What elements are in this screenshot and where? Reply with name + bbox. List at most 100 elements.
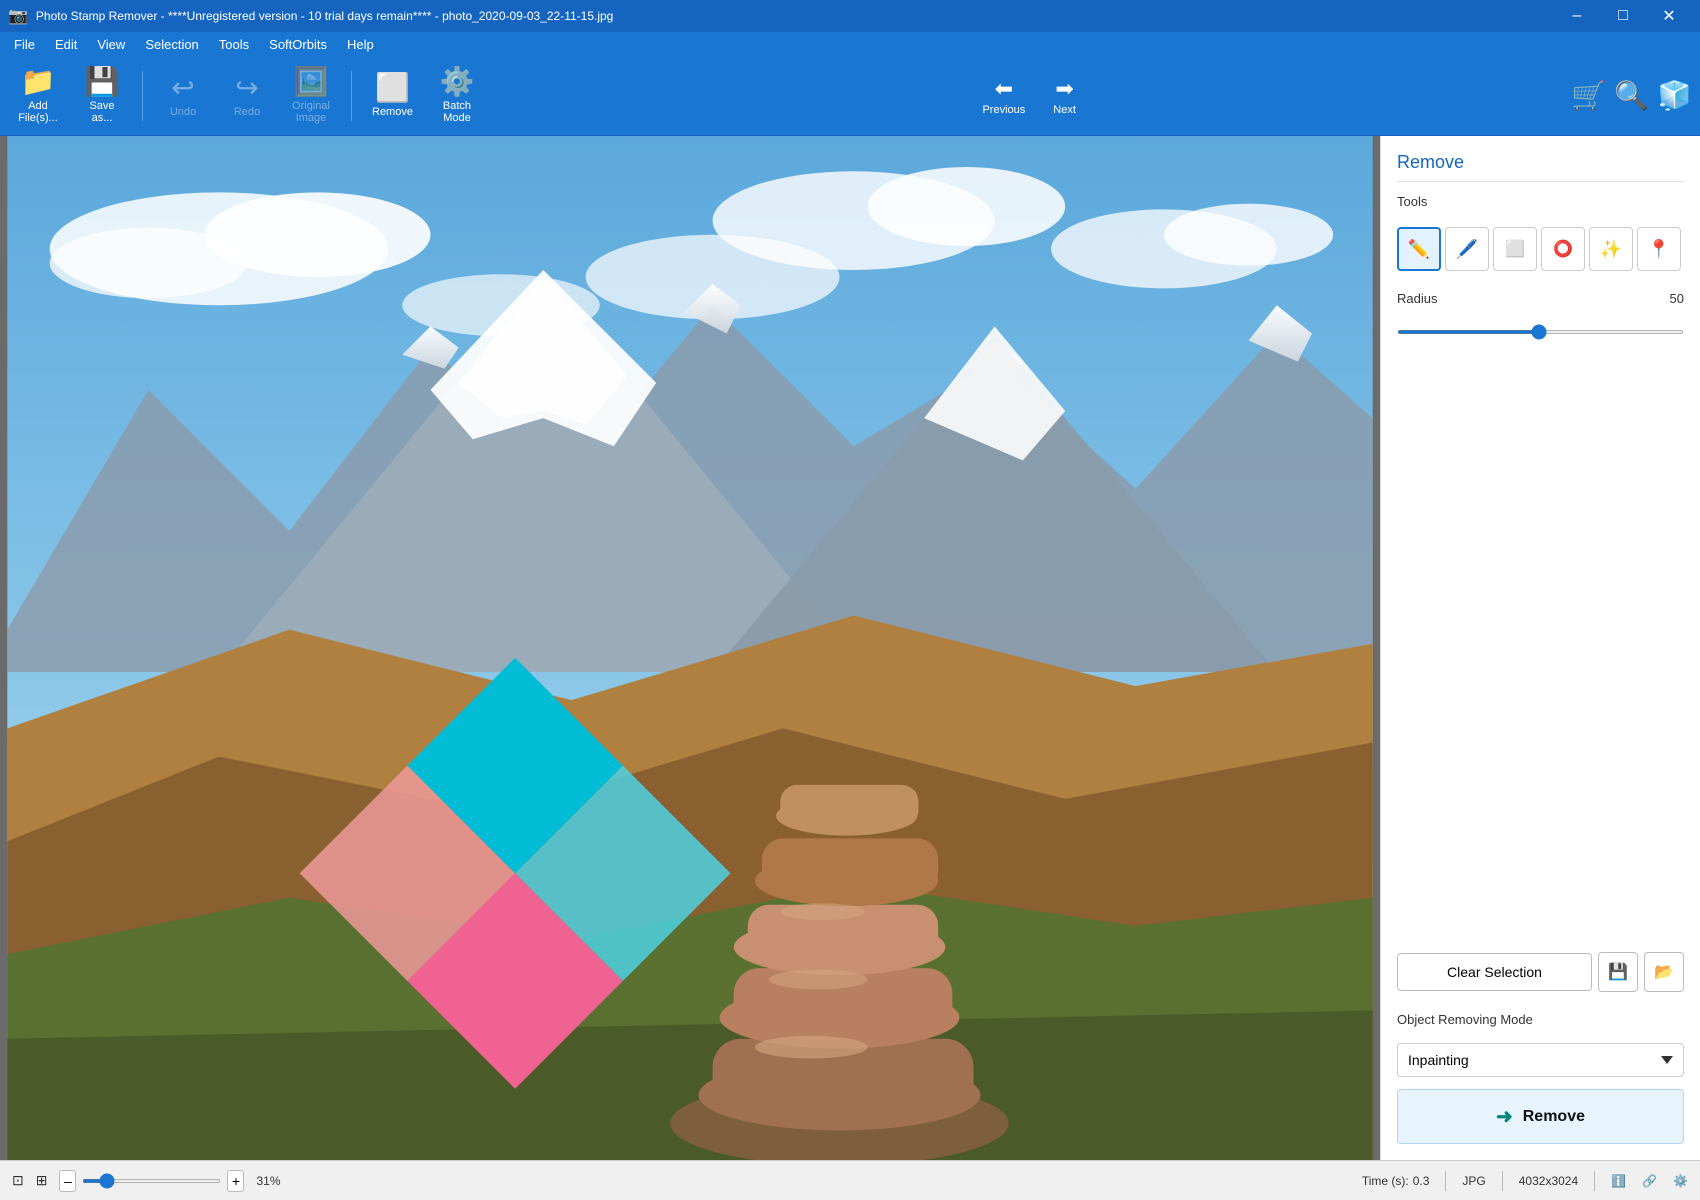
brush-icon: ✏️ <box>1408 239 1430 260</box>
redo-label: Redo <box>234 106 260 118</box>
status-bar-left: ⊡ ⊞ – + 31% <box>12 1170 1346 1192</box>
tool-magic-wand-button[interactable]: ✨ <box>1589 227 1633 271</box>
menu-softorbits[interactable]: SoftOrbits <box>259 35 337 54</box>
tool-brush-button[interactable]: ✏️ <box>1397 227 1441 271</box>
tool-stamp-button[interactable]: 📍 <box>1637 227 1681 271</box>
redo-button[interactable]: ↪ Redo <box>217 61 277 131</box>
radius-value: 50 <box>1670 291 1684 306</box>
radius-label: Radius <box>1397 291 1437 306</box>
eraser-icon: 🖊️ <box>1456 239 1478 260</box>
zoom-out-button[interactable]: – <box>59 1170 76 1192</box>
menu-help[interactable]: Help <box>337 35 384 54</box>
menu-edit[interactable]: Edit <box>45 35 87 54</box>
svg-text:2020 / 09 / 03: 2020 / 09 / 03 <box>141 1151 853 1160</box>
remove-arrow-icon: ➜ <box>1496 1104 1513 1129</box>
status-bar-right: Time (s): 0.3 JPG 4032x3024 ℹ️ 🔗 ⚙️ <box>1362 1171 1688 1191</box>
toolbar-separator-2 <box>351 71 352 121</box>
add-files-label: Add File(s)... <box>18 100 58 124</box>
save-selection-icon: 💾 <box>1608 962 1628 982</box>
previous-label: Previous <box>982 104 1025 116</box>
add-files-button[interactable]: 📁 Add File(s)... <box>8 61 68 131</box>
radius-row: Radius 50 <box>1397 291 1684 306</box>
tool-rectangle-button[interactable]: ⬜ <box>1493 227 1537 271</box>
original-image-button[interactable]: 🖼️ Original Image <box>281 61 341 131</box>
search-icon[interactable]: 🔍 <box>1614 79 1649 112</box>
fit-icon[interactable]: ⊡ <box>12 1172 24 1189</box>
menu-selection[interactable]: Selection <box>135 35 208 54</box>
clear-selection-button[interactable]: Clear Selection <box>1397 953 1592 991</box>
load-selection-icon: 📂 <box>1654 962 1674 982</box>
status-separator-1 <box>1445 1171 1446 1191</box>
next-button[interactable]: ➡ Next <box>1041 72 1088 120</box>
zoom-value: 31% <box>256 1174 280 1188</box>
original-image-icon: 🖼️ <box>294 68 329 96</box>
batch-mode-label: Batch Mode <box>443 100 471 124</box>
batch-mode-button[interactable]: ⚙️ Batch Mode <box>427 61 487 131</box>
time-display: Time (s): 0.3 <box>1362 1174 1430 1188</box>
zoom-slider[interactable] <box>82 1179 221 1183</box>
canvas-area[interactable]: 2020 / 09 / 03 <box>0 136 1380 1160</box>
cart-icon[interactable]: 🛒 <box>1571 79 1606 112</box>
clear-selection-row: Clear Selection 💾 📂 <box>1397 952 1684 992</box>
remove-action-button[interactable]: ➜ Remove <box>1397 1089 1684 1144</box>
settings-icon[interactable]: ⚙️ <box>1673 1174 1688 1188</box>
undo-label: Undo <box>170 106 196 118</box>
panel-title: Remove <box>1397 152 1684 182</box>
remove-icon: ⬜ <box>375 74 410 102</box>
save-as-label: Save as... <box>89 100 114 124</box>
time-value: 0.3 <box>1413 1174 1430 1188</box>
save-selection-button[interactable]: 💾 <box>1598 952 1638 992</box>
next-icon: ➡ <box>1055 76 1073 102</box>
redo-icon: ↪ <box>235 74 258 102</box>
menu-view[interactable]: View <box>87 35 135 54</box>
status-separator-2 <box>1502 1171 1503 1191</box>
panel-spacer <box>1397 349 1684 924</box>
title-bar: 📷 Photo Stamp Remover - ****Unregistered… <box>0 0 1700 32</box>
load-selection-button[interactable]: 📂 <box>1644 952 1684 992</box>
menu-file[interactable]: File <box>4 35 45 54</box>
status-bar: ⊡ ⊞ – + 31% Time (s): 0.3 JPG 4032x3024 … <box>0 1160 1700 1200</box>
zoom-in-button[interactable]: + <box>227 1170 244 1192</box>
mode-select[interactable]: InpaintingContent-Aware FillSmudge <box>1397 1043 1684 1077</box>
batch-mode-icon: ⚙️ <box>440 68 475 96</box>
add-files-icon: 📁 <box>21 68 56 96</box>
undo-icon: ↩ <box>171 74 194 102</box>
file-format: JPG <box>1462 1174 1485 1188</box>
toolbar-right-icons: 🛒 🔍 🧊 <box>1571 79 1692 112</box>
tool-eraser-button[interactable]: 🖊️ <box>1445 227 1489 271</box>
rectangle-icon: ⬜ <box>1505 239 1525 259</box>
actual-size-icon[interactable]: ⊞ <box>36 1172 48 1189</box>
3d-icon[interactable]: 🧊 <box>1657 79 1692 112</box>
info-icon[interactable]: ℹ️ <box>1611 1174 1626 1188</box>
radius-slider-container <box>1397 322 1684 337</box>
window-title: Photo Stamp Remover - ****Unregistered v… <box>36 9 613 23</box>
share-icon[interactable]: 🔗 <box>1642 1174 1657 1188</box>
stamp-icon: 📍 <box>1648 239 1670 260</box>
maximize-button[interactable]: □ <box>1600 0 1646 32</box>
magic-wand-icon: ✨ <box>1600 239 1622 260</box>
menu-bar: File Edit View Selection Tools SoftOrbit… <box>0 32 1700 56</box>
toolbar: 📁 Add File(s)... 💾 Save as... ↩ Undo ↪ R… <box>0 56 1700 136</box>
save-as-icon: 💾 <box>85 68 120 96</box>
app-icon: 📷 <box>8 6 28 26</box>
save-as-button[interactable]: 💾 Save as... <box>72 61 132 131</box>
tool-lasso-button[interactable]: ⭕ <box>1541 227 1585 271</box>
radius-slider[interactable] <box>1397 330 1684 334</box>
image-canvas: 2020 / 09 / 03 <box>0 136 1380 1160</box>
original-image-label: Original Image <box>292 100 330 124</box>
menu-tools[interactable]: Tools <box>209 35 259 54</box>
remove-label: Remove <box>372 106 413 118</box>
tools-row: ✏️ 🖊️ ⬜ ⭕ ✨ 📍 <box>1397 227 1684 271</box>
lasso-icon: ⭕ <box>1553 239 1573 259</box>
mode-label: Object Removing Mode <box>1397 1012 1684 1027</box>
right-panel: Remove Tools ✏️ 🖊️ ⬜ ⭕ ✨ <box>1380 136 1700 1160</box>
minimize-button[interactable]: – <box>1554 0 1600 32</box>
zoom-controls: – + <box>59 1170 244 1192</box>
previous-icon: ⬅ <box>995 76 1013 102</box>
undo-button[interactable]: ↩ Undo <box>153 61 213 131</box>
window-controls: – □ ✕ <box>1554 0 1692 32</box>
remove-button[interactable]: ⬜ Remove <box>362 61 423 131</box>
status-separator-3 <box>1594 1171 1595 1191</box>
previous-button[interactable]: ⬅ Previous <box>970 72 1037 120</box>
close-button[interactable]: ✕ <box>1646 0 1692 32</box>
